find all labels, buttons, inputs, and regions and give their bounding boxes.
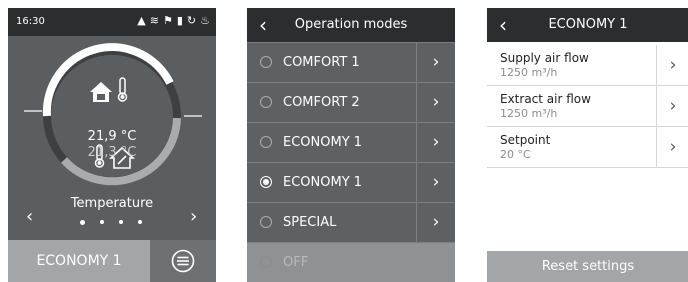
thermometer-icon [117,77,128,102]
page-title: ECONOMY 1 [548,17,628,32]
page-dot [119,220,123,224]
mode-label: ECONOMY 1 [283,175,363,190]
warning-icon[interactable]: ▲ [137,13,145,29]
menu-button[interactable] [150,240,216,282]
status-bar: 16:30 ▲ ≋ ⚑ ▮ ↻ ♨ [8,8,216,36]
header: ‹ Operation modes [247,8,455,42]
fan-off-icon[interactable]: ⚑ [163,13,173,29]
mode-label: ECONOMY 1 [283,135,363,150]
home-screen: 16:30 ▲ ≋ ⚑ ▮ ↻ ♨ 21,9 °C 21,3 °C ‹ › Te… [8,8,216,282]
page-dot [138,220,142,224]
chevron-right-icon[interactable]: › [656,45,688,85]
current-mode-button[interactable]: ECONOMY 1 [8,240,150,282]
param-name: Setpoint [500,133,551,147]
param-row-setpoint[interactable]: Setpoint 20 °C › [487,127,688,168]
param-row-supply-air-flow[interactable]: Supply air flow 1250 m³/h › [487,45,688,86]
mode-row-economy1-selected[interactable]: ECONOMY 1 › [247,162,455,203]
param-name: Extract air flow [500,92,591,106]
param-name: Supply air flow [500,51,589,65]
mode-settings-screen: ‹ ECONOMY 1 Supply air flow 1250 m³/h › … [487,8,688,282]
mode-row-comfort1[interactable]: COMFORT 1 › [247,42,455,83]
temperature-gauge [24,43,202,186]
menu-icon [171,249,195,273]
chevron-right-icon[interactable]: › [416,83,455,123]
mode-row-economy1[interactable]: ECONOMY 1 › [247,122,455,163]
page-dot [100,220,104,224]
chevron-right-icon[interactable]: › [416,203,455,243]
operation-modes-screen: ‹ Operation modes COMFORT 1 › COMFORT 2 … [247,8,455,282]
clock: 16:30 [16,16,45,27]
page-dot-active [80,220,85,225]
filter-icon[interactable]: ▮ [177,13,183,29]
outdoor-temperature: 21,9 °C [87,129,137,144]
mode-row-comfort2[interactable]: COMFORT 2 › [247,82,455,123]
heat-exchanger-icon[interactable]: ≋ [150,13,159,29]
chevron-right-icon[interactable]: › [656,86,688,126]
house-supply-icon [90,82,112,102]
header: ‹ ECONOMY 1 [487,8,688,42]
param-value: 1250 m³/h [500,66,558,79]
chevron-right-icon[interactable]: › [416,163,455,203]
radio-button[interactable] [260,256,272,268]
heater-icon[interactable]: ♨ [200,13,210,29]
refresh-icon[interactable]: ↻ [187,13,196,29]
page-indicator [80,220,142,225]
radio-button[interactable] [260,56,272,68]
chevron-right-icon[interactable]: › [656,127,688,167]
mode-label: COMFORT 2 [283,95,360,110]
param-value: 20 °C [500,148,531,161]
radio-button[interactable] [260,216,272,228]
param-row-extract-air-flow[interactable]: Extract air flow 1250 m³/h › [487,86,688,127]
carousel-label: Temperature [70,196,154,211]
radio-button-selected[interactable] [260,176,272,188]
chevron-right-icon[interactable]: › [416,123,455,163]
page-title: Operation modes [294,17,408,32]
param-value: 1250 m³/h [500,107,558,120]
radio-button[interactable] [260,96,272,108]
indoor-temperature: 21,3 °C [87,145,137,160]
reset-settings-button[interactable]: Reset settings [487,251,688,282]
mode-label: COMFORT 1 [283,55,360,70]
mode-label: OFF [283,255,309,270]
mode-row-off[interactable]: OFF [247,242,455,282]
mode-label: SPECIAL [283,215,337,230]
radio-button[interactable] [260,136,272,148]
chevron-right-icon[interactable]: › [416,43,455,83]
mode-row-special[interactable]: SPECIAL › [247,202,455,243]
